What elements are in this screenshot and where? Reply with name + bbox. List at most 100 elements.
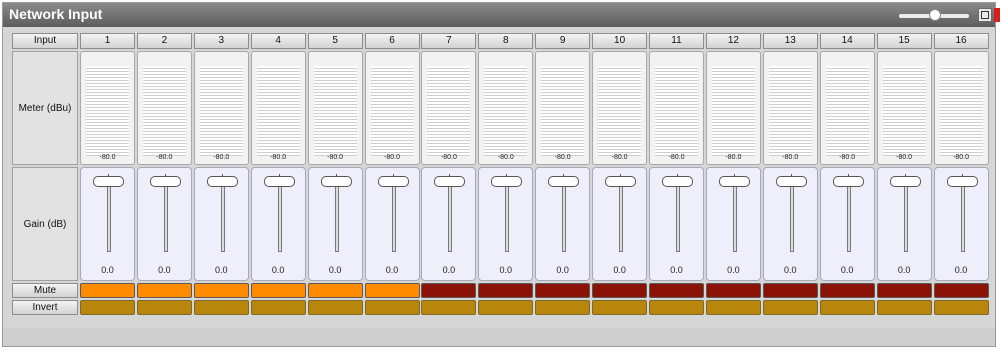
- meter-value: -80.0: [384, 154, 400, 161]
- meter-scale: [256, 66, 300, 156]
- fader-knob[interactable]: [832, 174, 864, 187]
- invert-button[interactable]: [535, 300, 591, 315]
- meter-scale: [939, 66, 983, 156]
- zoom-slider-thumb[interactable]: [929, 9, 941, 21]
- fader-knob[interactable]: [889, 174, 921, 187]
- meter-scale: [86, 66, 129, 156]
- fader-knob[interactable]: [548, 174, 580, 187]
- fader-track[interactable]: [163, 180, 168, 252]
- fader-track[interactable]: [107, 180, 111, 252]
- fader-track[interactable]: [562, 180, 567, 252]
- mute-button[interactable]: [876, 283, 932, 298]
- fader-knob[interactable]: [149, 174, 181, 187]
- invert-button[interactable]: [649, 300, 704, 315]
- mute-button[interactable]: [136, 283, 192, 298]
- meter-value: -80.0: [839, 154, 856, 161]
- invert-button[interactable]: [819, 300, 875, 315]
- invert-button[interactable]: [933, 300, 989, 315]
- fader-knob[interactable]: [946, 174, 978, 187]
- mute-button[interactable]: [933, 283, 989, 298]
- gain-fader: 0.0: [478, 167, 534, 281]
- fader-knob[interactable]: [377, 174, 409, 187]
- mute-button[interactable]: [705, 283, 761, 298]
- meter-value: -80.0: [99, 154, 116, 161]
- channel-header: 2: [136, 33, 192, 49]
- fader-knob[interactable]: [718, 174, 750, 187]
- mute-button[interactable]: [592, 283, 648, 298]
- fader-knob[interactable]: [775, 174, 807, 187]
- mute-button[interactable]: [649, 283, 704, 298]
- level-meter: -80.0: [307, 51, 363, 165]
- invert-button[interactable]: [876, 300, 932, 315]
- mute-button[interactable]: [364, 283, 420, 298]
- fader-knob[interactable]: [491, 174, 523, 187]
- mute-button[interactable]: [250, 283, 306, 298]
- invert-button[interactable]: [592, 300, 648, 315]
- invert-button[interactable]: [421, 300, 477, 315]
- level-meter: -80.0: [250, 51, 306, 165]
- fader-track[interactable]: [789, 180, 794, 252]
- channel-header: 3: [193, 33, 249, 49]
- fader-track[interactable]: [277, 180, 282, 252]
- fader-track[interactable]: [960, 180, 965, 252]
- meter-scale: [655, 66, 698, 156]
- invert-button[interactable]: [193, 300, 249, 315]
- meter-value: -80.0: [497, 154, 514, 161]
- fader-track[interactable]: [448, 180, 453, 252]
- mute-button[interactable]: [762, 283, 818, 298]
- gain-fader: 0.0: [762, 167, 818, 281]
- fader-track[interactable]: [846, 180, 851, 252]
- fader-track[interactable]: [334, 180, 339, 252]
- close-icon[interactable]: [994, 8, 1000, 22]
- invert-button[interactable]: [250, 300, 306, 315]
- meter-scale: [541, 66, 585, 156]
- invert-button[interactable]: [762, 300, 818, 315]
- invert-button[interactable]: [364, 300, 420, 315]
- fader-track[interactable]: [676, 180, 680, 252]
- invert-button[interactable]: [705, 300, 761, 315]
- fader-track[interactable]: [732, 180, 737, 252]
- mute-button[interactable]: [535, 283, 591, 298]
- fader-knob[interactable]: [662, 174, 693, 187]
- channel-header: 9: [535, 33, 591, 49]
- mute-button[interactable]: [819, 283, 875, 298]
- mute-button[interactable]: [478, 283, 534, 298]
- fader-track[interactable]: [505, 180, 510, 252]
- fader-knob[interactable]: [434, 174, 466, 187]
- mute-button[interactable]: [421, 283, 477, 298]
- fader-track[interactable]: [391, 180, 396, 252]
- meter-value: -80.0: [953, 154, 969, 161]
- fader-knob[interactable]: [263, 174, 295, 187]
- invert-button[interactable]: [307, 300, 363, 315]
- invert-button[interactable]: [136, 300, 192, 315]
- channel-header: 12: [705, 33, 761, 49]
- mute-button[interactable]: [80, 283, 135, 298]
- fader-track[interactable]: [903, 180, 908, 252]
- level-meter: -80.0: [80, 51, 135, 165]
- level-meter: -80.0: [364, 51, 420, 165]
- fader-knob[interactable]: [206, 174, 238, 187]
- gain-row-label-text: Gain (dB): [23, 218, 67, 230]
- gain-value: 0.0: [613, 265, 626, 275]
- gain-value: 0.0: [727, 265, 740, 275]
- fader-track[interactable]: [619, 180, 624, 252]
- fader-knob[interactable]: [320, 174, 352, 187]
- channel-header: 6: [364, 33, 420, 49]
- gain-fader: 0.0: [705, 167, 761, 281]
- gain-value: 0.0: [328, 265, 342, 275]
- channel-header: 1: [80, 33, 135, 49]
- fader-knob[interactable]: [605, 174, 637, 187]
- level-meter: -80.0: [819, 51, 875, 165]
- gain-value: 0.0: [784, 265, 797, 275]
- invert-button[interactable]: [478, 300, 534, 315]
- channel-header: 7: [421, 33, 477, 49]
- input-row-label: Input: [12, 33, 78, 49]
- maximize-icon[interactable]: [978, 8, 992, 22]
- gain-fader: 0.0: [80, 167, 135, 281]
- invert-button[interactable]: [80, 300, 135, 315]
- fader-track[interactable]: [220, 180, 225, 252]
- meter-scale: [711, 66, 755, 156]
- mute-button[interactable]: [193, 283, 249, 298]
- fader-knob[interactable]: [93, 174, 124, 187]
- mute-button[interactable]: [307, 283, 363, 298]
